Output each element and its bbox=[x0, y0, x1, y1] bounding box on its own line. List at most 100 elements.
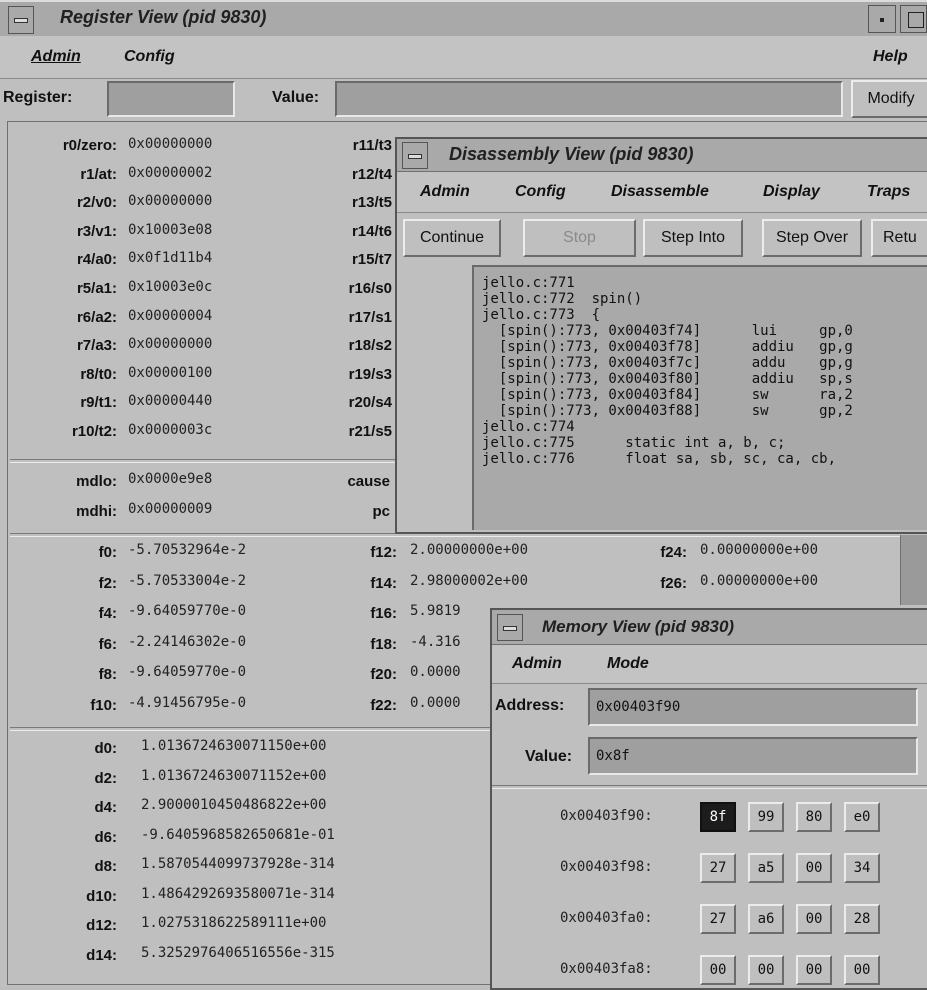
double-register-value[interactable]: 1.0275318622589111e+00 bbox=[141, 915, 326, 931]
memory-value-field[interactable]: 0x8f bbox=[588, 737, 918, 775]
code-line[interactable]: jello.c:771 bbox=[482, 275, 853, 291]
code-line[interactable]: jello.c:774 bbox=[482, 419, 853, 435]
menu-config[interactable]: Config bbox=[124, 48, 175, 66]
double-register-name: d14: bbox=[86, 946, 117, 964]
fp-register-value[interactable]: -9.64059770e-0 bbox=[128, 603, 348, 619]
memory-window-menu-button[interactable] bbox=[497, 614, 523, 641]
register-name: r9/t1: bbox=[80, 394, 117, 412]
minimize-button[interactable] bbox=[868, 5, 896, 33]
memory-byte-cell[interactable]: 00 bbox=[844, 955, 880, 985]
menu-mode[interactable]: Mode bbox=[607, 655, 649, 673]
register-value[interactable]: 0x00000100 bbox=[128, 365, 212, 381]
register-value[interactable]: 0x0000003c bbox=[128, 422, 212, 438]
code-line[interactable]: [spin():773, 0x00403f88] sw gp,2 bbox=[482, 403, 853, 419]
register-name: r1/at: bbox=[80, 165, 117, 183]
register-name: r4/a0: bbox=[76, 251, 117, 269]
return-button[interactable]: Retu bbox=[871, 219, 927, 257]
code-line[interactable]: [spin():773, 0x00403f80] addiu sp,s bbox=[482, 371, 853, 387]
step-into-button[interactable]: Step Into bbox=[643, 219, 743, 257]
fp-register-value[interactable]: -9.64059770e-0 bbox=[128, 664, 348, 680]
code-line[interactable]: jello.c:776 float sa, sb, sc, ca, cb, bbox=[482, 451, 853, 467]
memory-byte-cell[interactable]: 27 bbox=[700, 853, 736, 883]
register-value[interactable]: 0x00000002 bbox=[128, 165, 212, 181]
menu-display[interactable]: Display bbox=[763, 183, 820, 201]
register-value[interactable]: 0x10003e08 bbox=[128, 222, 212, 238]
memory-address: 0x00403f90: bbox=[560, 808, 653, 824]
menu-help[interactable]: Help bbox=[873, 48, 908, 66]
double-register-value[interactable]: 1.0136724630071152e+00 bbox=[141, 768, 326, 784]
fp-register-value[interactable]: -5.70532964e-2 bbox=[128, 542, 348, 558]
register-value[interactable]: 0x00000000 bbox=[128, 136, 212, 152]
register-value[interactable]: 0x0000e9e8 bbox=[128, 471, 212, 487]
memory-byte-cell[interactable]: e0 bbox=[844, 802, 880, 832]
code-line[interactable]: [spin():773, 0x00403f74] lui gp,0 bbox=[482, 323, 853, 339]
register-value[interactable]: 0x00000000 bbox=[128, 193, 212, 209]
window-menu-button[interactable] bbox=[8, 6, 34, 34]
fp-register-value[interactable]: -4.316 bbox=[410, 634, 461, 650]
fp-register-value[interactable]: 0.0000 bbox=[410, 695, 461, 711]
memory-byte-cell[interactable]: 00 bbox=[796, 853, 832, 883]
register-value[interactable]: 0x00000009 bbox=[128, 501, 212, 517]
fp-register-name: f12: bbox=[370, 544, 397, 561]
register-value[interactable]: 0x0f1d11b4 bbox=[128, 250, 212, 266]
memory-byte-cell[interactable]: 27 bbox=[700, 904, 736, 934]
memory-byte-cell[interactable]: a5 bbox=[748, 853, 784, 883]
step-over-button[interactable]: Step Over bbox=[762, 219, 862, 257]
continue-button[interactable]: Continue bbox=[403, 219, 501, 257]
fp-register-value[interactable]: -2.24146302e-0 bbox=[128, 634, 348, 650]
memory-byte-cell[interactable]: 28 bbox=[844, 904, 880, 934]
memory-titlebar[interactable]: Memory View (pid 9830) bbox=[492, 610, 927, 645]
code-line[interactable]: [spin():773, 0x00403f84] sw ra,2 bbox=[482, 387, 853, 403]
menu-disassemble[interactable]: Disassemble bbox=[611, 183, 709, 201]
register-value[interactable]: 0x10003e0c bbox=[128, 279, 212, 295]
fp-register-value[interactable]: 5.9819 bbox=[410, 603, 461, 619]
menu-traps[interactable]: Traps bbox=[867, 183, 910, 201]
code-line[interactable]: [spin():773, 0x00403f7c] addu gp,g bbox=[482, 355, 853, 371]
code-line[interactable]: jello.c:773 { bbox=[482, 307, 853, 323]
address-field[interactable]: 0x00403f90 bbox=[588, 688, 918, 726]
double-register-value[interactable]: 5.3252976406516556e-315 bbox=[141, 945, 335, 961]
fp-register-value[interactable]: 2.00000000e+00 bbox=[410, 542, 528, 558]
fp-register-value[interactable]: -5.70533004e-2 bbox=[128, 573, 348, 589]
memory-menubar: Admin Mode bbox=[492, 645, 927, 684]
register-value[interactable]: 0x00000004 bbox=[128, 308, 212, 324]
memory-byte-cell[interactable]: 8f bbox=[700, 802, 736, 832]
memory-byte-cell[interactable]: 00 bbox=[796, 904, 832, 934]
double-register-value[interactable]: 1.5870544099737928e-314 bbox=[141, 856, 335, 872]
register-field[interactable] bbox=[107, 81, 235, 117]
disassembly-titlebar[interactable]: Disassembly View (pid 9830) bbox=[397, 139, 927, 172]
code-line[interactable]: [spin():773, 0x00403f78] addiu gp,g bbox=[482, 339, 853, 355]
register-scrollbar-track[interactable] bbox=[900, 535, 927, 605]
menu-admin[interactable]: Admin bbox=[512, 655, 562, 673]
fp-register-value[interactable]: 2.98000002e+00 bbox=[410, 573, 528, 589]
fp-register-name: f4: bbox=[98, 605, 117, 622]
double-register-value[interactable]: 1.0136724630071150e+00 bbox=[141, 738, 326, 754]
disassembly-window-menu-button[interactable] bbox=[402, 142, 428, 169]
memory-byte-cell[interactable]: 34 bbox=[844, 853, 880, 883]
fp-register-value[interactable]: -4.91456795e-0 bbox=[128, 695, 348, 711]
memory-byte-cell[interactable]: 00 bbox=[700, 955, 736, 985]
code-line[interactable]: jello.c:775 static int a, b, c; bbox=[482, 435, 853, 451]
modify-button[interactable]: Modify bbox=[851, 80, 927, 118]
register-view-titlebar[interactable]: Register View (pid 9830) bbox=[0, 0, 927, 37]
fp-register-value[interactable]: 0.0000 bbox=[410, 664, 461, 680]
menu-admin[interactable]: Admin bbox=[31, 48, 81, 66]
register-value[interactable]: 0x00000440 bbox=[128, 393, 212, 409]
memory-byte-cell[interactable]: 00 bbox=[796, 955, 832, 985]
memory-byte-cell[interactable]: 80 bbox=[796, 802, 832, 832]
menu-config[interactable]: Config bbox=[515, 183, 566, 201]
memory-byte-cell[interactable]: 00 bbox=[748, 955, 784, 985]
menu-admin[interactable]: Admin bbox=[420, 183, 470, 201]
double-register-value[interactable]: -9.6405968582650681e-01 bbox=[141, 827, 335, 843]
fp-register-value[interactable]: 0.00000000e+00 bbox=[700, 573, 818, 589]
double-register-value[interactable]: 2.9000010450486822e+00 bbox=[141, 797, 326, 813]
memory-byte-cell[interactable]: a6 bbox=[748, 904, 784, 934]
register-value[interactable]: 0x00000000 bbox=[128, 336, 212, 352]
code-line[interactable]: jello.c:772 spin() bbox=[482, 291, 853, 307]
fp-register-value[interactable]: 0.00000000e+00 bbox=[700, 542, 818, 558]
stop-button[interactable]: Stop bbox=[523, 219, 636, 257]
maximize-button[interactable] bbox=[900, 5, 927, 33]
memory-byte-cell[interactable]: 99 bbox=[748, 802, 784, 832]
double-register-value[interactable]: 1.4864292693580071e-314 bbox=[141, 886, 335, 902]
value-field[interactable] bbox=[335, 81, 843, 117]
